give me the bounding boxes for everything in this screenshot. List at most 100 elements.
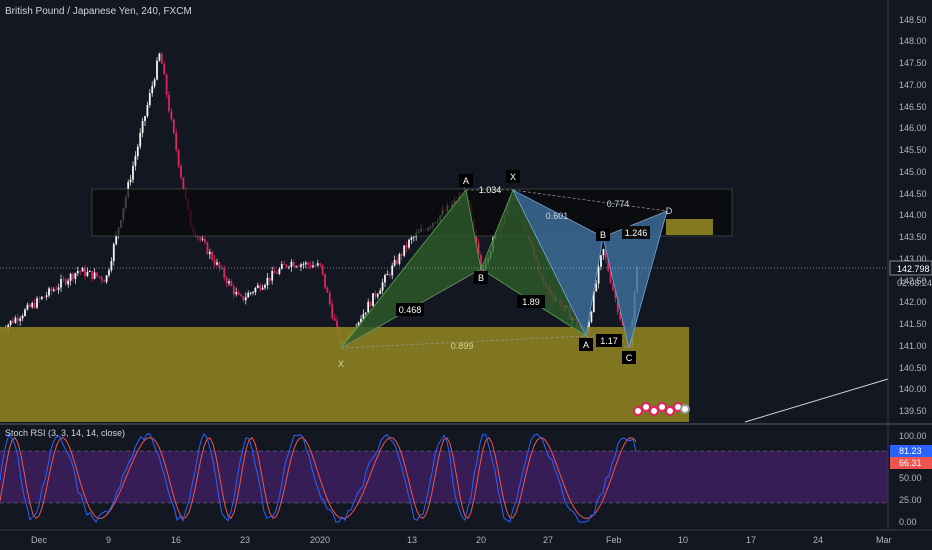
candle-body: [216, 262, 218, 265]
rsi-k-value: 81.23: [899, 446, 922, 456]
candle-body: [309, 264, 312, 268]
time-tick: 17: [746, 535, 756, 545]
rsi-d-value: 66.31: [899, 458, 922, 468]
price-tick: 148.50: [899, 15, 927, 25]
candle-body: [168, 94, 170, 112]
candle-body: [108, 270, 110, 276]
candle-body: [112, 244, 115, 262]
time-tick: 20: [476, 535, 486, 545]
candle-body: [64, 279, 67, 285]
candle-body: [336, 320, 338, 328]
candle-body: [223, 268, 226, 278]
price-axis[interactable]: 148.50 148.00 147.50 147.00 146.50 146.0…: [899, 15, 927, 416]
event-marker-icon[interactable]: [680, 404, 690, 414]
candle-body: [38, 298, 41, 300]
candle-body: [180, 165, 182, 178]
rsi-title[interactable]: Stoch RSI (3, 3, 14, 14, close): [5, 428, 125, 438]
candle-body: [386, 274, 389, 276]
price-tick: 145.50: [899, 145, 927, 155]
candle-body: [266, 277, 269, 286]
pattern1-point-b: B: [478, 273, 484, 283]
candle-body: [43, 296, 46, 298]
price-tick: 139.50: [899, 406, 927, 416]
candle-body: [312, 265, 314, 268]
time-tick: 13: [407, 535, 417, 545]
ratio-117: 1.17: [600, 336, 618, 346]
candle-body: [199, 236, 202, 240]
candle-body: [369, 301, 372, 307]
candle-body: [364, 312, 367, 314]
time-tick: Feb: [606, 535, 622, 545]
candle-body: [292, 261, 295, 267]
candle-body: [232, 286, 235, 295]
candle-body: [288, 266, 290, 268]
candle-body: [158, 53, 161, 61]
price-tick: 147.00: [899, 80, 927, 90]
candle-body: [132, 165, 134, 180]
candle-body: [244, 297, 247, 301]
event-marker-icon[interactable]: [641, 402, 651, 412]
target-zone[interactable]: [666, 219, 713, 235]
candle-body: [60, 279, 62, 288]
event-marker-icon[interactable]: [657, 402, 667, 412]
candle-body: [307, 262, 310, 265]
event-marker-icon[interactable]: [633, 406, 643, 416]
pattern1-point-a: A: [463, 176, 469, 186]
ratio-189: 1.89: [522, 297, 540, 307]
candle-body: [213, 259, 216, 265]
candle-body: [408, 239, 410, 248]
candle-body: [129, 179, 132, 183]
candle-body: [600, 255, 602, 267]
candle-body: [326, 287, 329, 293]
event-marker-icon[interactable]: [649, 406, 659, 416]
candle-body: [206, 242, 209, 255]
candle-body: [165, 74, 168, 95]
candle-body: [74, 273, 77, 279]
candle-body: [57, 287, 60, 290]
ratio-0899: 0.899: [451, 341, 474, 351]
candle-body: [36, 298, 38, 308]
event-marker-icon[interactable]: [665, 406, 675, 416]
chart-canvas[interactable]: 0.468 0.899 1.034 1.89 0.601 0.774 1.17 …: [0, 0, 932, 550]
candle-body: [48, 288, 50, 296]
trend-line[interactable]: [744, 378, 889, 423]
candle-body: [81, 268, 84, 272]
candle-body: [304, 262, 307, 265]
candle-body: [324, 273, 326, 288]
candle-body: [31, 303, 34, 308]
candle-body: [285, 264, 288, 267]
candle-body: [26, 304, 29, 310]
candle-body: [388, 274, 391, 276]
candle-body: [96, 272, 98, 277]
candle-body: [134, 156, 137, 166]
candle-body: [156, 60, 158, 80]
candle-body: [290, 261, 293, 267]
price-tick: 148.00: [899, 36, 927, 46]
candle-body: [273, 271, 276, 274]
candle-body: [86, 271, 89, 276]
price-tick: 146.50: [899, 102, 927, 112]
chart-title[interactable]: British Pound / Japanese Yen, 240, FXCM: [5, 6, 192, 17]
candle-body: [204, 239, 206, 243]
candle-body: [314, 265, 317, 267]
candle-body: [264, 285, 266, 288]
candle-body: [381, 282, 384, 291]
candle-body: [297, 266, 300, 268]
candle-body: [67, 280, 70, 285]
candle-body: [196, 236, 199, 238]
candle-body: [12, 320, 14, 323]
time-tick: 10: [678, 535, 688, 545]
candle-body: [595, 283, 598, 292]
candle-body: [403, 245, 406, 256]
candle-body: [45, 295, 48, 297]
candle-body: [319, 263, 322, 265]
candle-body: [148, 93, 151, 106]
time-axis[interactable]: Dec 9 16 23 2020 13 20 27 Feb 10 17 24 M…: [31, 535, 892, 545]
candle-body: [163, 63, 166, 75]
price-tick: 141.00: [899, 341, 927, 351]
price-tick: 143.50: [899, 232, 927, 242]
ratio-0774: 0.774: [607, 199, 630, 209]
candle-body: [400, 254, 403, 256]
candle-body: [98, 276, 101, 278]
time-tick: 16: [171, 535, 181, 545]
